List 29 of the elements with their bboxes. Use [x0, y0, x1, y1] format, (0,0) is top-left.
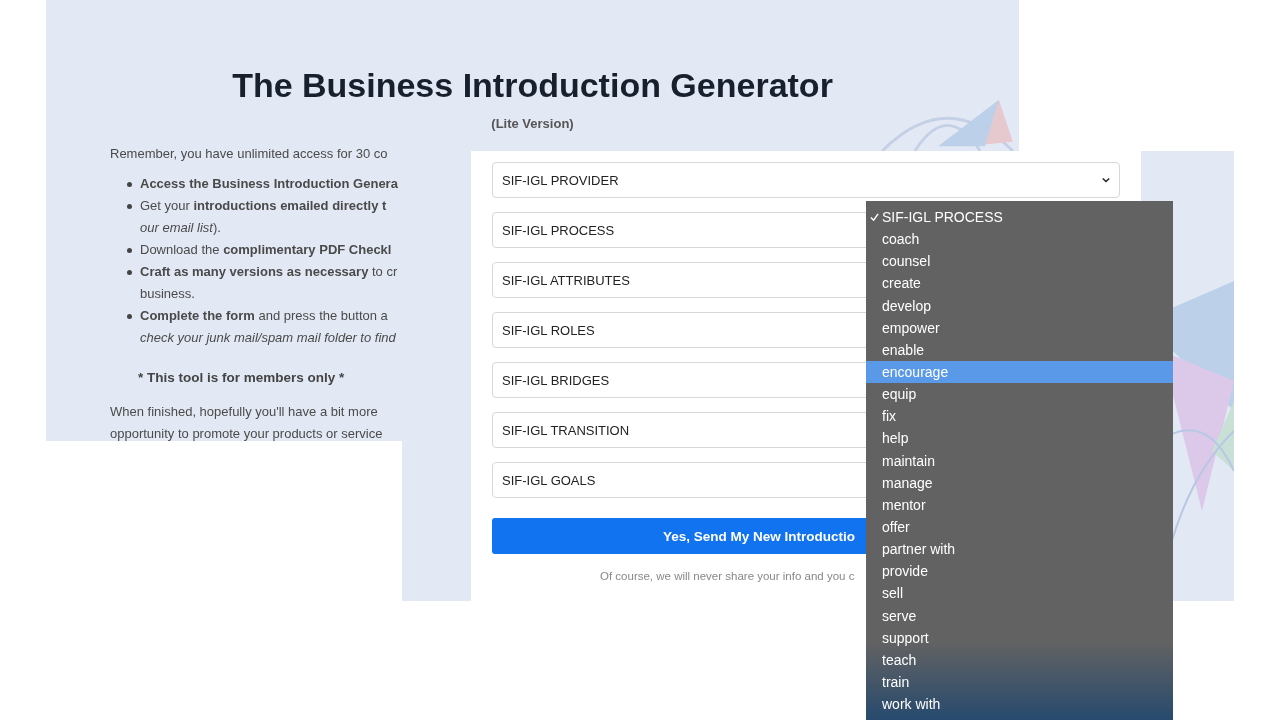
dropdown-option[interactable]: serve	[866, 604, 1173, 627]
bullet-text: Complete the form and press the button a	[140, 307, 389, 325]
bullet-icon	[127, 204, 132, 209]
closing-text: When finished, hopefully you'll have a bit more	[110, 403, 379, 421]
chevron-down-icon	[1102, 177, 1110, 183]
bullet-text: Craft as many versions as necessary to cr	[140, 263, 398, 281]
bullet-text: business.	[140, 285, 196, 303]
page-title: The Business Introduction Generator	[231, 65, 834, 106]
page-subtitle: (Lite Version)	[490, 116, 575, 131]
dropdown-option[interactable]: provide	[866, 560, 1173, 583]
bullet-icon	[127, 248, 132, 253]
bullet-text: our email list).	[140, 219, 222, 237]
dropdown-option[interactable]: support	[866, 626, 1173, 649]
dropdown-option[interactable]: work with	[866, 693, 1173, 716]
members-notice: * This tool is for members only *	[138, 369, 346, 387]
dropdown-option[interactable]: train	[866, 670, 1173, 694]
dropdown-option[interactable]: teach	[866, 648, 1173, 671]
select-field[interactable]: SIF-IGL PROVIDER	[492, 162, 1120, 198]
bullet-icon	[127, 270, 132, 275]
bullet-icon	[127, 182, 132, 187]
bullet-text: Download the complimentary PDF Checkl	[140, 241, 392, 259]
bullet-text: check your junk mail/spam mail folder to find	[140, 329, 396, 347]
bullet-text: Get your introductions emailed directly t	[140, 197, 387, 215]
bullet-text: Access the Business Introduction Genera	[140, 175, 398, 193]
privacy-text: Of course, we will never share your info and you c	[600, 570, 855, 582]
intro-text: Remember, you have unlimited access for 30 co	[110, 145, 389, 163]
bullet-icon	[127, 314, 132, 319]
dropdown-option[interactable]: sell	[866, 582, 1173, 605]
closing-text: opportunity to promote your products or service	[110, 425, 384, 443]
